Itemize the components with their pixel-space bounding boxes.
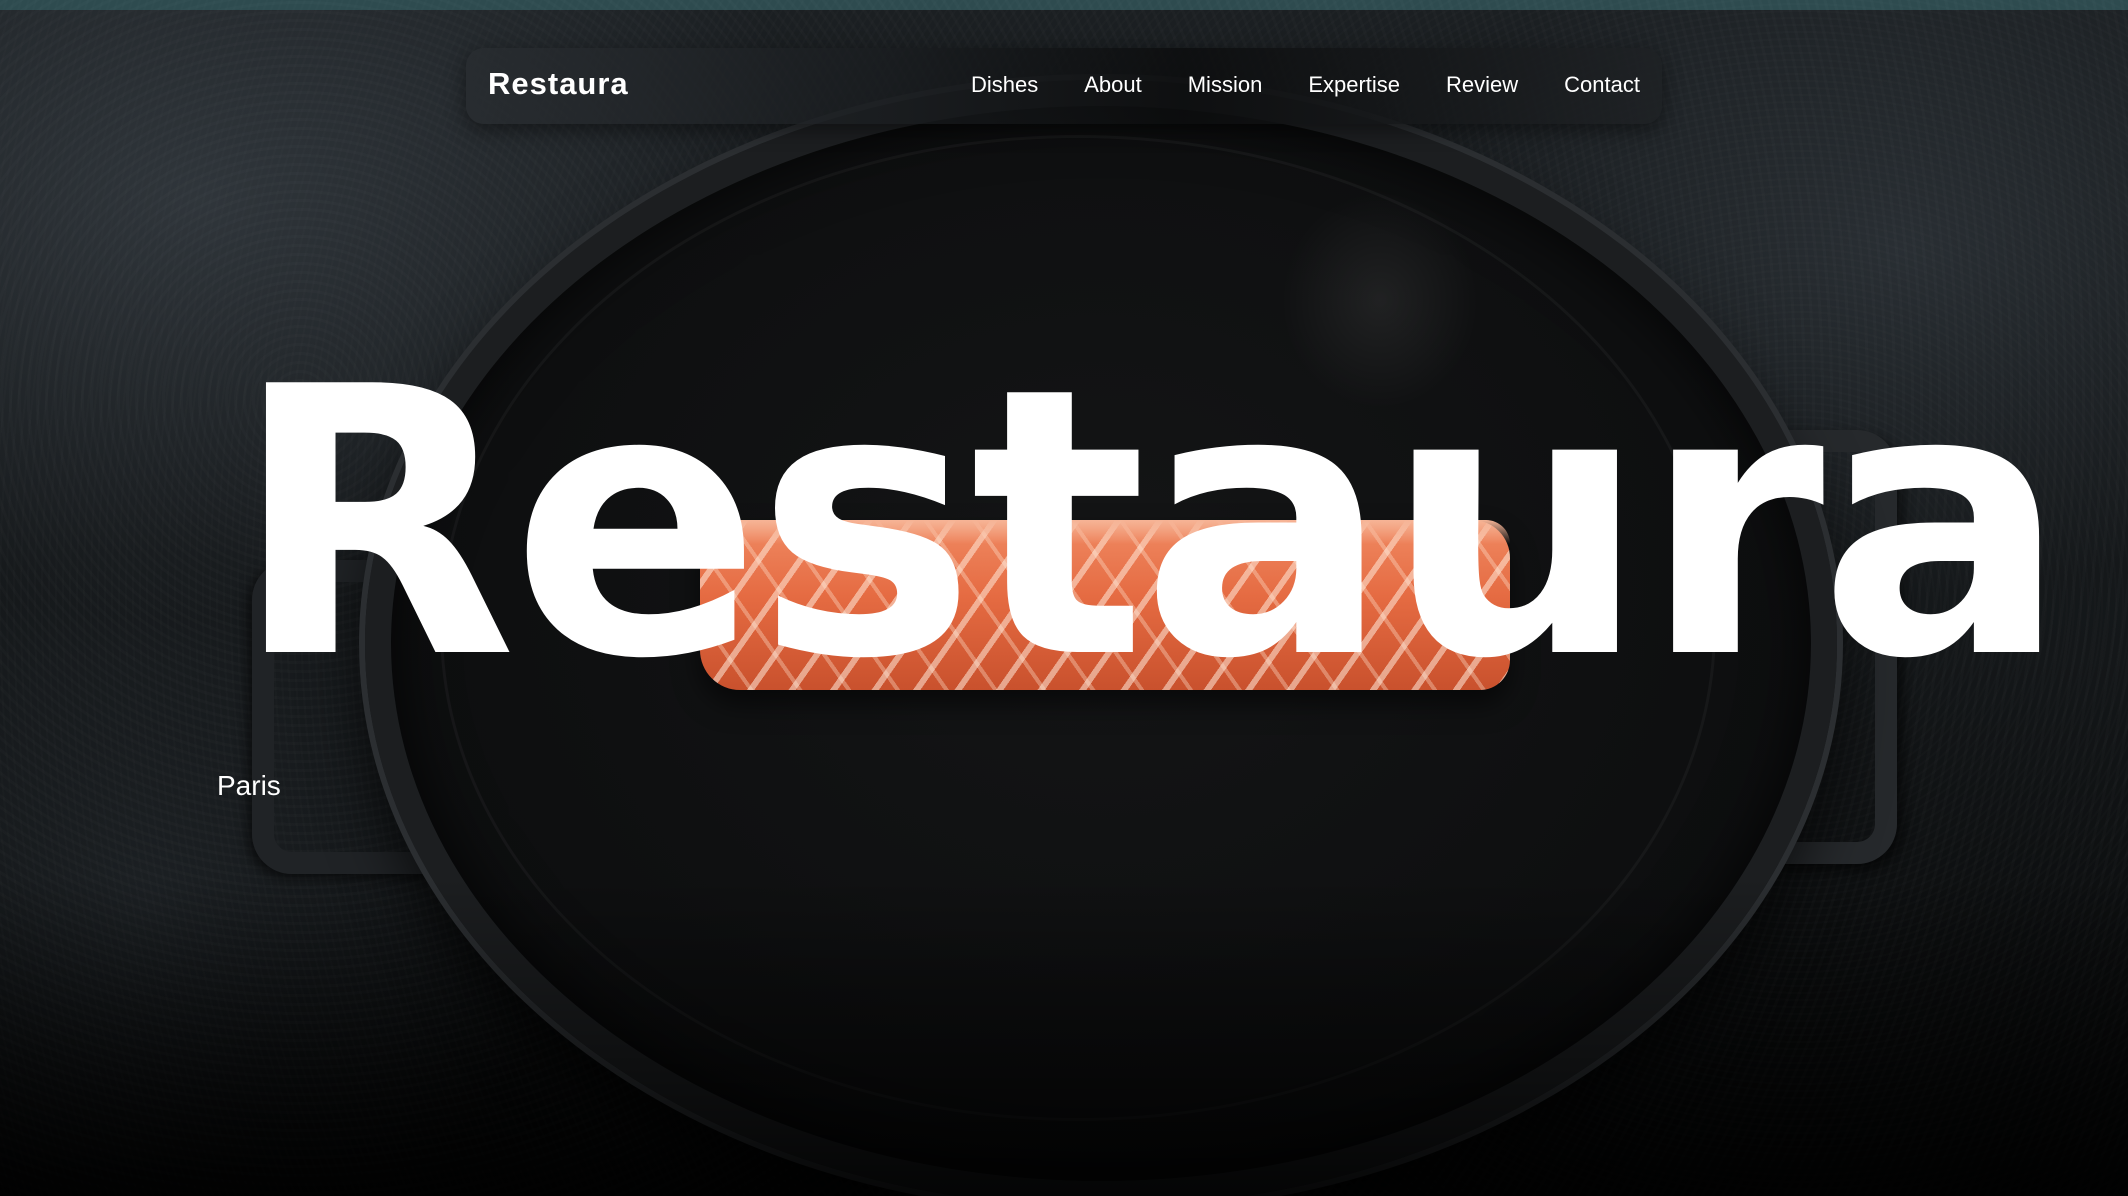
nav-link-review[interactable]: Review bbox=[1446, 72, 1518, 98]
hero-city-label: Paris bbox=[217, 770, 281, 801]
nav-link-dishes[interactable]: Dishes bbox=[971, 72, 1038, 98]
top-navigation-bar: Restaura Dishes About Mission Expertise … bbox=[466, 48, 1662, 124]
nav-link-contact[interactable]: Contact bbox=[1564, 72, 1640, 98]
nav-link-about[interactable]: About bbox=[1084, 72, 1142, 98]
site-logo[interactable]: Restaura bbox=[488, 66, 629, 102]
nav-link-expertise[interactable]: Expertise bbox=[1308, 72, 1400, 98]
hero-title: Restaura bbox=[232, 310, 2068, 740]
bottom-shadow-fade bbox=[0, 876, 2128, 1196]
hero-page: Restaura Paris Restaura Dishes About Mis… bbox=[0, 0, 2128, 1196]
nav-links: Dishes About Mission Expertise Review Co… bbox=[925, 72, 1640, 98]
nav-link-mission[interactable]: Mission bbox=[1188, 72, 1263, 98]
